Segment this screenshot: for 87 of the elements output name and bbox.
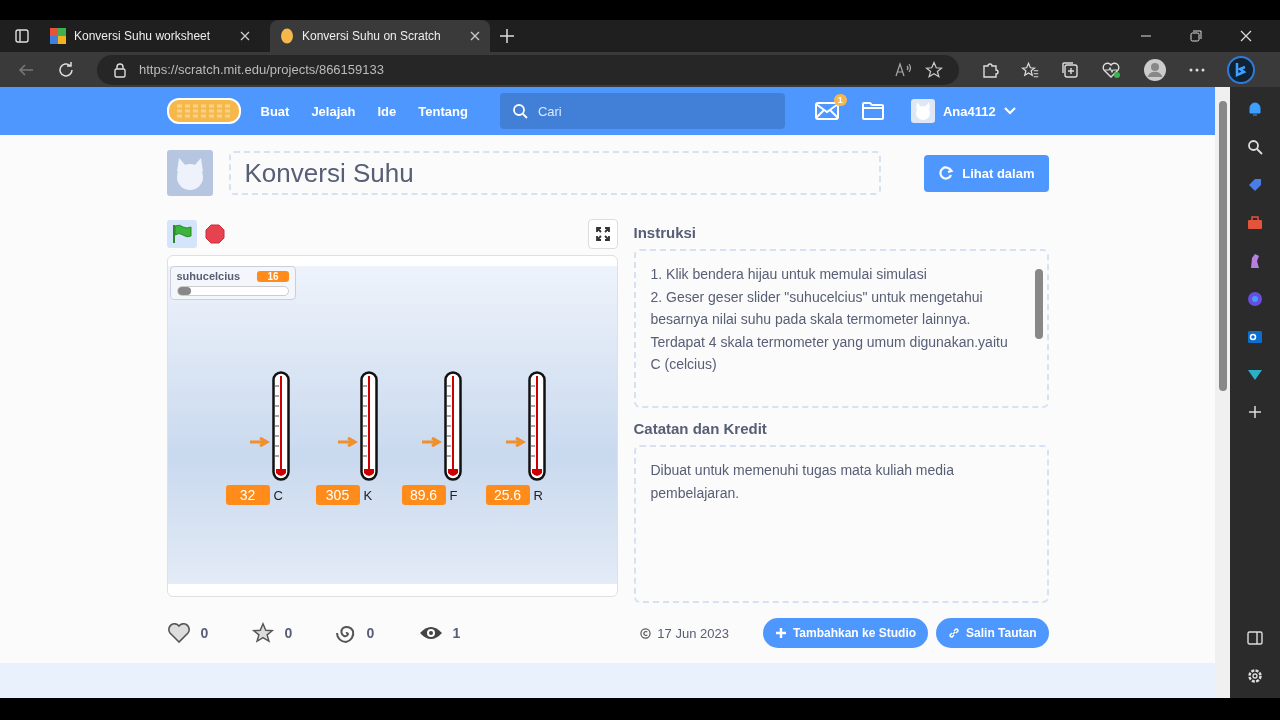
- copyright-icon: [640, 627, 652, 639]
- new-tab-icon[interactable]: [500, 29, 514, 43]
- instruction-text: 2. Geser geser slider "suhucelcius" untuk mengetahui besarnya nilai suhu pada skala termometer lainnya.: [650, 287, 984, 330]
- stop-button[interactable]: [204, 224, 225, 244]
- worksheet-icon: [50, 28, 66, 44]
- close-tab-icon[interactable]: [240, 31, 250, 41]
- page-scrollbar[interactable]: [1215, 87, 1230, 698]
- profile-avatar-icon[interactable]: [1143, 57, 1167, 82]
- tab-actions-icon[interactable]: [14, 28, 30, 44]
- plus-icon: [774, 627, 787, 639]
- variable-name: suhucelcius: [176, 270, 241, 282]
- favorites-icon[interactable]: [1021, 60, 1039, 79]
- mail-icon[interactable]: [1247, 329, 1263, 345]
- address-field[interactable]: https://scratch.mit.edu/projects/866159133: [97, 54, 959, 85]
- collections-icon[interactable]: [1061, 60, 1079, 79]
- project-title-field[interactable]: Konversi Suhu: [228, 151, 881, 195]
- stat-count: 1: [452, 625, 461, 641]
- username[interactable]: Ana4112: [942, 103, 996, 119]
- user-avatar-icon[interactable]: [910, 99, 935, 123]
- section-heading: Catatan dan Kredit: [633, 420, 768, 437]
- arrow-icon: [505, 437, 526, 447]
- stat-count: 0: [366, 625, 375, 641]
- arrow-icon: [421, 437, 442, 447]
- flag-button[interactable]: [166, 220, 197, 248]
- search-icon[interactable]: [1247, 139, 1263, 155]
- heart-icon[interactable]: [166, 622, 191, 644]
- temperature-unit: F: [449, 488, 458, 503]
- temperature-value: 32: [225, 485, 270, 505]
- fullscreen-button[interactable]: [587, 219, 618, 249]
- variable-value: 16: [257, 270, 289, 282]
- copy-link-button[interactable]: Salin Tautan: [936, 618, 1049, 648]
- slider-track[interactable]: [176, 286, 289, 296]
- lock-icon: [113, 61, 127, 78]
- add-icon[interactable]: [1248, 405, 1262, 419]
- fullscreen-icon: [595, 227, 610, 241]
- close-icon[interactable]: [1240, 30, 1252, 42]
- project-thumbnail-icon: [166, 150, 213, 196]
- messages-icon[interactable]: [814, 102, 839, 120]
- scratch-logo[interactable]: [166, 98, 241, 124]
- toolbox-icon[interactable]: [1247, 215, 1263, 231]
- sidebar-icon[interactable]: [1247, 630, 1263, 646]
- see-inside-button[interactable]: Lihat dalam: [924, 154, 1049, 192]
- share-date: 17 Jun 2023: [657, 625, 729, 641]
- stat-count: 0: [284, 625, 293, 641]
- temperature-unit: K: [363, 488, 373, 503]
- more-icon[interactable]: [1189, 67, 1205, 72]
- refresh-icon[interactable]: [57, 60, 75, 79]
- bell-icon[interactable]: [1247, 101, 1263, 117]
- slider-fill[interactable]: [177, 287, 191, 295]
- arrow-icon: [249, 437, 270, 447]
- eye-icon: [418, 625, 443, 641]
- close-tab-icon[interactable]: [470, 31, 480, 41]
- message-count-badge: 1: [833, 94, 847, 106]
- search-icon: [511, 103, 528, 119]
- temperature-value: 25.6: [485, 485, 530, 505]
- temperature-unit: C: [273, 488, 283, 503]
- link-icon: [948, 627, 961, 639]
- star-icon[interactable]: [250, 622, 275, 644]
- read-aloud-icon[interactable]: [895, 61, 913, 78]
- browser-tab[interactable]: Konversi Suhu on Scratch: [270, 20, 490, 52]
- nav-link[interactable]: Jelajah: [311, 103, 356, 119]
- nav-link[interactable]: Tentang: [418, 103, 468, 119]
- temperature-value: 89.6: [401, 485, 446, 505]
- nav-link[interactable]: Buat: [260, 103, 290, 119]
- search-field[interactable]: Cari: [499, 93, 785, 129]
- settings-icon[interactable]: [1247, 668, 1263, 684]
- heart-pulse-icon[interactable]: [1101, 60, 1121, 79]
- caret-icon[interactable]: [1003, 107, 1016, 115]
- instruction-text: 1. Klik bendera hijau untuk memulai simulasi: [650, 265, 928, 284]
- refresh-arrow-icon: [938, 165, 955, 181]
- nav-link[interactable]: Ide: [377, 103, 397, 119]
- tag-icon[interactable]: [1247, 177, 1263, 193]
- restore-icon[interactable]: [1190, 30, 1202, 42]
- temperature-value: 305: [315, 485, 360, 505]
- browser-tab[interactable]: Konversi Suhu worksheet: [40, 20, 260, 52]
- add-to-studio-button[interactable]: Tambahkan ke Studio: [762, 618, 929, 648]
- arrow-icon: [337, 437, 358, 447]
- section-heading: Instruksi: [633, 224, 698, 241]
- folder-icon[interactable]: [860, 101, 885, 121]
- notes-text: Dibuat untuk memenuhi tugas mata kuliah media pembelajaran.: [650, 461, 955, 503]
- instruction-text: Terdapat 4 skala termometer yang umum digunakan.yaitu: [650, 332, 1009, 352]
- stat-count: 0: [200, 625, 209, 641]
- instruction-text: C (celcius): [650, 355, 718, 375]
- temperature-unit: R: [533, 488, 543, 503]
- url-text: https://scratch.mit.edu/projects/866159133: [139, 62, 384, 77]
- circle-logo-icon[interactable]: [1247, 291, 1263, 307]
- puzzle-icon[interactable]: [981, 60, 999, 79]
